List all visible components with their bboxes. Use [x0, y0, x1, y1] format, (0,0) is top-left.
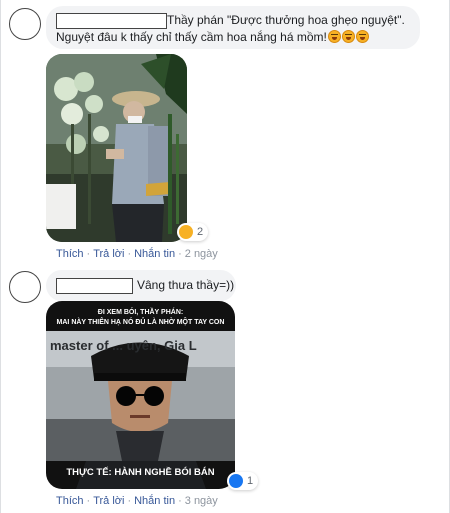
- meme-caption-line: MAI NÀY THIÊN HẠ NÓ ĐỦ LÀ NHỜ MỘT TAY CO…: [56, 319, 225, 326]
- comment-line: Thầy phán "Được thưởng hoa ghẹo nguyệt".: [56, 12, 410, 29]
- timestamp[interactable]: 3 ngày: [185, 495, 218, 507]
- comment-bubble: Vâng thưa thầy=)): [46, 270, 236, 301]
- comment-bubble: Thầy phán "Được thưởng hoa ghẹo nguyệt".…: [46, 6, 420, 49]
- like-reaction-icon: [229, 474, 243, 488]
- comment-text: Thầy phán "Được thưởng hoa ghẹo nguyệt".: [167, 13, 405, 27]
- comment-text: Nguyệt đâu k thấy chỉ thấy cầm hoa nắng …: [56, 29, 327, 44]
- like-link[interactable]: Thích: [56, 248, 84, 260]
- meme-caption-line: ĐI XEM BÓI, THẦY PHÁN:: [97, 309, 184, 316]
- avatar[interactable]: [9, 271, 41, 303]
- meme-banner-text: master of ... uyên, Gia L: [50, 338, 197, 353]
- author-name-redacted[interactable]: [56, 277, 133, 294]
- author-name-redacted[interactable]: [56, 12, 167, 29]
- comment-photo[interactable]: [46, 54, 187, 242]
- reaction-count[interactable]: 1: [227, 472, 259, 490]
- flower-seller-photo: [46, 54, 187, 242]
- fortune-teller-meme: [46, 301, 235, 489]
- reaction-count[interactable]: 2: [177, 223, 209, 241]
- like-link[interactable]: Thích: [56, 495, 84, 507]
- comment-actions: Thích · Trả lời · Nhắn tin · 2 ngày: [56, 248, 218, 260]
- comment-line: Vâng thưa thầy=)): [56, 277, 234, 294]
- comment-meme-photo[interactable]: ĐI XEM BÓI, THẦY PHÁN: MAI NÀY THIÊN HẠ …: [46, 301, 235, 489]
- haha-reaction-icon: [179, 225, 193, 239]
- comment-line: Nguyệt đâu k thấy chỉ thấy cầm hoa nắng …: [56, 29, 410, 45]
- avatar[interactable]: [9, 8, 41, 40]
- reply-link[interactable]: Trả lời: [93, 248, 124, 260]
- reply-link[interactable]: Trả lời: [93, 495, 124, 507]
- laughing-crying-emoji-icon: [341, 29, 355, 43]
- meme-top-caption: ĐI XEM BÓI, THẦY PHÁN: MAI NÀY THIÊN HẠ …: [46, 308, 235, 328]
- message-link[interactable]: Nhắn tin: [134, 495, 175, 507]
- meme-bottom-caption: THỰC TẾ: HÀNH NGHỀ BÓI BÁN: [66, 467, 215, 478]
- comment-actions: Thích · Trả lời · Nhắn tin · 3 ngày: [56, 495, 218, 507]
- message-link[interactable]: Nhắn tin: [134, 248, 175, 260]
- comment-text: Vâng thưa thầy=)): [137, 278, 235, 292]
- reaction-count-value: 2: [197, 226, 204, 238]
- reaction-count-value: 1: [247, 475, 254, 487]
- laughing-crying-emoji-icon: [327, 29, 341, 43]
- timestamp[interactable]: 2 ngày: [185, 248, 218, 260]
- laughing-crying-emoji-icon: [355, 29, 369, 43]
